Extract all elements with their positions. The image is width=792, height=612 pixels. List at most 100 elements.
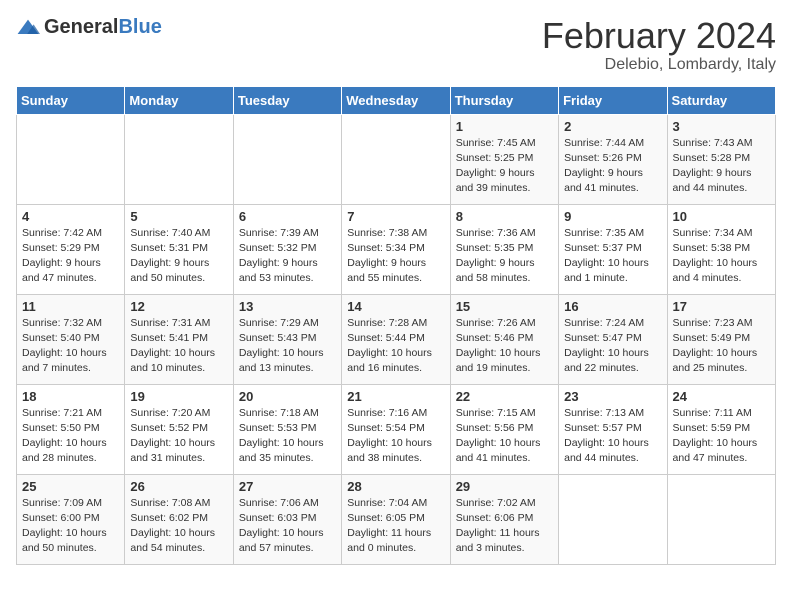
calendar-cell [342, 114, 450, 204]
day-info: Sunrise: 7:36 AMSunset: 5:35 PMDaylight:… [456, 226, 553, 287]
day-number: 8 [456, 209, 553, 224]
calendar-cell [667, 474, 775, 564]
calendar-cell: 7 Sunrise: 7:38 AMSunset: 5:34 PMDaylight… [342, 204, 450, 294]
day-number: 18 [22, 389, 119, 404]
day-number: 25 [22, 479, 119, 494]
day-info: Sunrise: 7:38 AMSunset: 5:34 PMDaylight:… [347, 226, 444, 287]
day-info: Sunrise: 7:21 AMSunset: 5:50 PMDaylight:… [22, 406, 119, 467]
day-info: Sunrise: 7:28 AMSunset: 5:44 PMDaylight:… [347, 316, 444, 377]
day-info: Sunrise: 7:26 AMSunset: 5:46 PMDaylight:… [456, 316, 553, 377]
day-info: Sunrise: 7:32 AMSunset: 5:40 PMDaylight:… [22, 316, 119, 377]
day-number: 5 [130, 209, 227, 224]
calendar-cell: 10 Sunrise: 7:34 AMSunset: 5:38 PMDayligh… [667, 204, 775, 294]
weekday-header-sunday: Sunday [17, 86, 125, 114]
calendar-cell [559, 474, 667, 564]
day-number: 13 [239, 299, 336, 314]
day-number: 22 [456, 389, 553, 404]
calendar-cell [17, 114, 125, 204]
calendar-cell: 3Sunrise: 7:43 AMSunset: 5:28 PMDaylight… [667, 114, 775, 204]
weekday-header-thursday: Thursday [450, 86, 558, 114]
day-info: Sunrise: 7:02 AMSunset: 6:06 PMDaylight:… [456, 496, 553, 557]
calendar-title-area: February 2024 Delebio, Lombardy, Italy [542, 16, 776, 74]
day-info: Sunrise: 7:39 AMSunset: 5:32 PMDaylight:… [239, 226, 336, 287]
day-number: 28 [347, 479, 444, 494]
logo: GeneralBlue [16, 16, 162, 39]
logo-blue: Blue [118, 16, 161, 38]
calendar-cell: 25 Sunrise: 7:09 AMSunset: 6:00 PMDayligh… [17, 474, 125, 564]
day-info: Sunrise: 7:04 AMSunset: 6:05 PMDaylight:… [347, 496, 444, 557]
day-info: Sunrise: 7:24 AMSunset: 5:47 PMDaylight:… [564, 316, 661, 377]
day-number: 27 [239, 479, 336, 494]
calendar-cell: 23Sunrise: 7:13 AMSunset: 5:57 PMDayligh… [559, 384, 667, 474]
logo-general: General [44, 16, 118, 38]
calendar-cell: 17 Sunrise: 7:23 AMSunset: 5:49 PMDayligh… [667, 294, 775, 384]
day-info: Sunrise: 7:11 AMSunset: 5:59 PMDaylight:… [673, 406, 770, 467]
calendar-cell: 11Sunrise: 7:32 AMSunset: 5:40 PMDayligh… [17, 294, 125, 384]
day-info: Sunrise: 7:45 AMSunset: 5:25 PMDaylight:… [456, 136, 553, 197]
day-number: 3 [673, 119, 770, 134]
calendar-week-4: 18 Sunrise: 7:21 AMSunset: 5:50 PMDayligh… [17, 384, 776, 474]
calendar-cell: 14 Sunrise: 7:28 AMSunset: 5:44 PMDayligh… [342, 294, 450, 384]
calendar-cell: 12Sunrise: 7:31 AMSunset: 5:41 PMDayligh… [125, 294, 233, 384]
day-number: 14 [347, 299, 444, 314]
day-number: 15 [456, 299, 553, 314]
calendar-cell: 15 Sunrise: 7:26 AMSunset: 5:46 PMDayligh… [450, 294, 558, 384]
calendar-cell: 2 Sunrise: 7:44 AMSunset: 5:26 PMDaylight… [559, 114, 667, 204]
day-number: 1 [456, 119, 553, 134]
calendar-cell: 19 Sunrise: 7:20 AMSunset: 5:52 PMDayligh… [125, 384, 233, 474]
day-info: Sunrise: 7:18 AMSunset: 5:53 PMDaylight:… [239, 406, 336, 467]
calendar-cell: 20Sunrise: 7:18 AMSunset: 5:53 PMDayligh… [233, 384, 341, 474]
day-info: Sunrise: 7:23 AMSunset: 5:49 PMDaylight:… [673, 316, 770, 377]
day-number: 19 [130, 389, 227, 404]
day-info: Sunrise: 7:08 AMSunset: 6:02 PMDaylight:… [130, 496, 227, 557]
day-number: 4 [22, 209, 119, 224]
day-info: Sunrise: 7:13 AMSunset: 5:57 PMDaylight:… [564, 406, 661, 467]
calendar-cell: 21 Sunrise: 7:16 AMSunset: 5:54 PMDayligh… [342, 384, 450, 474]
weekday-header-wednesday: Wednesday [342, 86, 450, 114]
calendar-cell: 1 Sunrise: 7:45 AMSunset: 5:25 PMDaylight… [450, 114, 558, 204]
calendar-week-2: 4 Sunrise: 7:42 AMSunset: 5:29 PMDaylight… [17, 204, 776, 294]
calendar-cell: 27 Sunrise: 7:06 AMSunset: 6:03 PMDayligh… [233, 474, 341, 564]
location-title: Delebio, Lombardy, Italy [542, 56, 776, 74]
calendar-cell: 4 Sunrise: 7:42 AMSunset: 5:29 PMDaylight… [17, 204, 125, 294]
calendar-table: SundayMondayTuesdayWednesdayThursdayFrid… [16, 86, 776, 565]
day-info: Sunrise: 7:06 AMSunset: 6:03 PMDaylight:… [239, 496, 336, 557]
calendar-cell: 22 Sunrise: 7:15 AMSunset: 5:56 PMDayligh… [450, 384, 558, 474]
day-number: 2 [564, 119, 661, 134]
generalblue-logo-icon [16, 18, 40, 38]
day-number: 9 [564, 209, 661, 224]
month-title: February 2024 [542, 16, 776, 56]
day-info: Sunrise: 7:15 AMSunset: 5:56 PMDaylight:… [456, 406, 553, 467]
day-info: Sunrise: 7:20 AMSunset: 5:52 PMDaylight:… [130, 406, 227, 467]
day-info: Sunrise: 7:16 AMSunset: 5:54 PMDaylight:… [347, 406, 444, 467]
day-number: 12 [130, 299, 227, 314]
day-info: Sunrise: 7:35 AMSunset: 5:37 PMDaylight:… [564, 226, 661, 287]
calendar-cell: 18 Sunrise: 7:21 AMSunset: 5:50 PMDayligh… [17, 384, 125, 474]
day-info: Sunrise: 7:42 AMSunset: 5:29 PMDaylight:… [22, 226, 119, 287]
calendar-week-5: 25 Sunrise: 7:09 AMSunset: 6:00 PMDayligh… [17, 474, 776, 564]
page-header: GeneralBlue February 2024 Delebio, Lomba… [16, 16, 776, 74]
calendar-cell [233, 114, 341, 204]
calendar-cell: 9 Sunrise: 7:35 AMSunset: 5:37 PMDaylight… [559, 204, 667, 294]
calendar-cell: 6 Sunrise: 7:39 AMSunset: 5:32 PMDaylight… [233, 204, 341, 294]
calendar-cell: 8 Sunrise: 7:36 AMSunset: 5:35 PMDaylight… [450, 204, 558, 294]
day-number: 7 [347, 209, 444, 224]
day-number: 10 [673, 209, 770, 224]
day-number: 16 [564, 299, 661, 314]
day-number: 17 [673, 299, 770, 314]
day-number: 21 [347, 389, 444, 404]
weekday-header-monday: Monday [125, 86, 233, 114]
calendar-week-1: 1 Sunrise: 7:45 AMSunset: 5:25 PMDaylight… [17, 114, 776, 204]
day-info: Sunrise: 7:34 AMSunset: 5:38 PMDaylight:… [673, 226, 770, 287]
day-info: Sunrise: 7:44 AMSunset: 5:26 PMDaylight:… [564, 136, 661, 197]
day-info: Sunrise: 7:09 AMSunset: 6:00 PMDaylight:… [22, 496, 119, 557]
calendar-cell: 16 Sunrise: 7:24 AMSunset: 5:47 PMDayligh… [559, 294, 667, 384]
weekday-header-saturday: Saturday [667, 86, 775, 114]
calendar-cell: 24Sunrise: 7:11 AMSunset: 5:59 PMDayligh… [667, 384, 775, 474]
calendar-cell [125, 114, 233, 204]
calendar-cell: 29Sunrise: 7:02 AMSunset: 6:06 PMDayligh… [450, 474, 558, 564]
calendar-week-3: 11Sunrise: 7:32 AMSunset: 5:40 PMDayligh… [17, 294, 776, 384]
day-info: Sunrise: 7:29 AMSunset: 5:43 PMDaylight:… [239, 316, 336, 377]
calendar-cell: 28 Sunrise: 7:04 AMSunset: 6:05 PMDayligh… [342, 474, 450, 564]
day-number: 6 [239, 209, 336, 224]
